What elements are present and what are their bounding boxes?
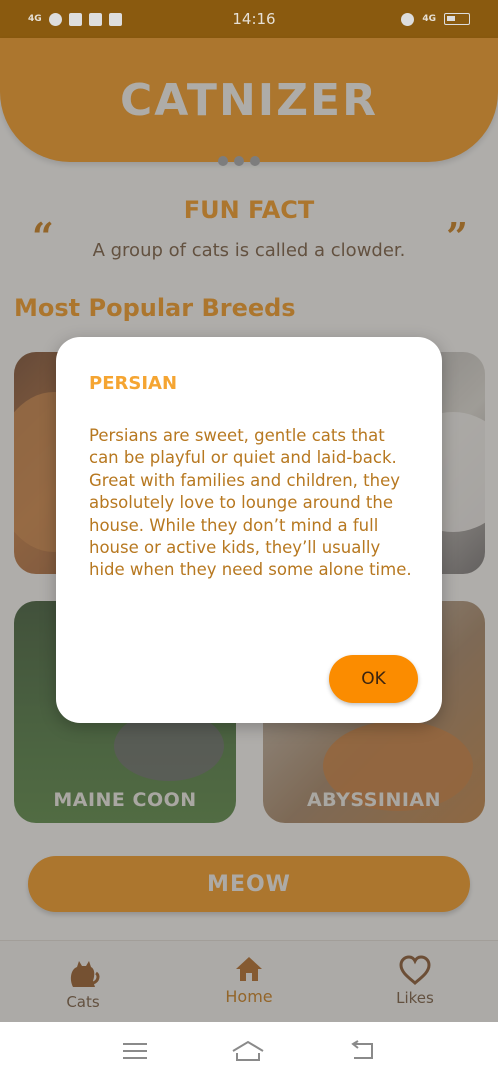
youtube-icon (68, 12, 82, 26)
back-icon[interactable] (348, 1040, 376, 1062)
notification-icon (48, 12, 62, 26)
status-right: 4G (350, 12, 470, 26)
status-time: 14:16 (232, 10, 276, 28)
ok-button[interactable]: OK (329, 655, 418, 703)
signal-indicator: 4G (28, 13, 42, 24)
dialog-body: Persians are sweet, gentle cats that can… (89, 426, 412, 580)
instagram-icon (88, 12, 102, 26)
home-button-icon[interactable] (231, 1039, 265, 1063)
status-bar: 4G 14:16 4G (0, 0, 498, 38)
dialog-title: PERSIAN (89, 373, 178, 394)
breed-info-dialog: PERSIAN Persians are sweet, gentle cats … (56, 337, 442, 723)
location-icon (401, 12, 415, 26)
status-left: 4G (28, 12, 198, 26)
network-indicator: 4G (422, 13, 436, 24)
menu-icon[interactable] (122, 1041, 148, 1061)
gmail-icon (108, 12, 122, 26)
system-nav-bar (0, 1022, 498, 1080)
battery-icon (444, 13, 470, 25)
